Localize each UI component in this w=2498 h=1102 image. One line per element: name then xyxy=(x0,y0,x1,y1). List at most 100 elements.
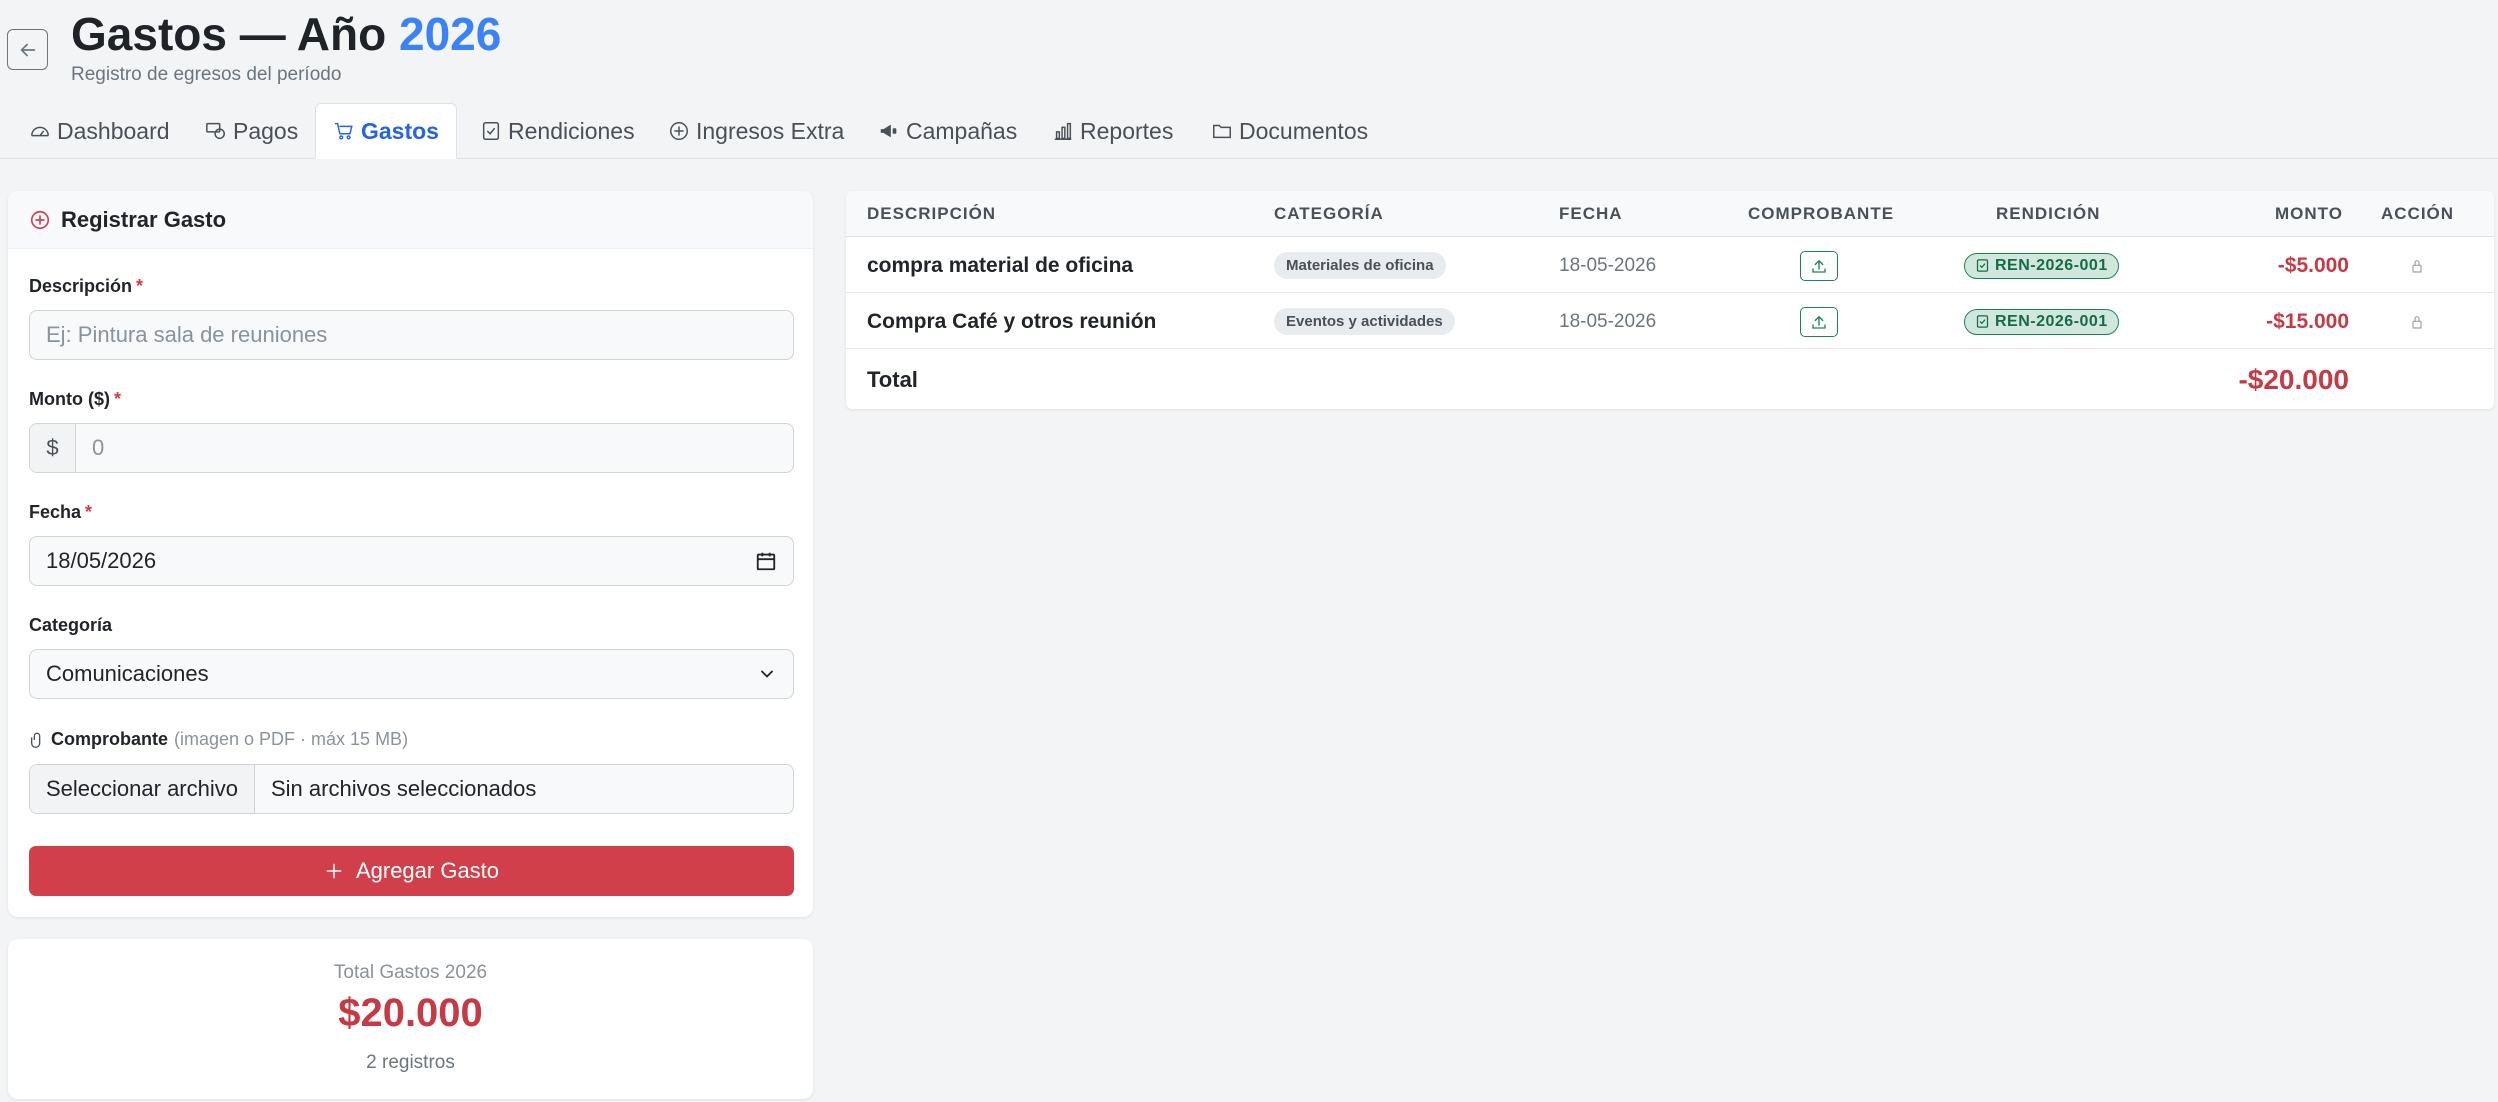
table-total-row: Total -$20.000 xyxy=(846,350,2494,409)
fecha-input[interactable]: 18/05/2026 xyxy=(29,536,794,586)
monto-label-text: Monto ($) xyxy=(29,389,110,409)
add-expense-button[interactable]: Agregar Gasto xyxy=(29,846,794,896)
upload-icon xyxy=(1812,259,1826,273)
clipboard-check-icon xyxy=(482,122,500,140)
comprobante-hint: (imagen o PDF · máx 15 MB) xyxy=(174,729,409,749)
row-rendicion: REN-2026-001 xyxy=(1964,294,2119,349)
speedometer-icon xyxy=(31,126,49,137)
plus-circle-icon xyxy=(670,122,688,140)
upload-receipt-button[interactable] xyxy=(1800,250,1838,281)
row-fecha: 18-05-2026 xyxy=(1559,254,1657,276)
tab-reportes[interactable]: Reportes xyxy=(1052,103,1173,159)
upload-icon xyxy=(1812,315,1826,329)
tab-campanas[interactable]: Campañas xyxy=(878,103,1017,159)
row-monto: -$15.000 xyxy=(2266,309,2349,333)
summary-count: 2 registros xyxy=(366,1052,455,1073)
summary-value: $20.000 xyxy=(338,991,483,1035)
fecha-label-text: Fecha xyxy=(29,502,82,522)
category-badge: Eventos y actividades xyxy=(1274,308,1455,335)
descripcion-label-text: Descripción xyxy=(29,276,133,296)
category-badge: Materiales de oficina xyxy=(1274,252,1446,279)
col-fecha: FECHA xyxy=(1559,204,1623,223)
monto-placeholder: 0 xyxy=(92,435,105,460)
descripcion-input[interactable]: Ej: Pintura sala de reuniones xyxy=(29,310,794,360)
fecha-label: Fecha * xyxy=(29,502,92,523)
register-expense-card: Registrar Gasto Descripción * Ej: Pintura… xyxy=(8,191,813,917)
chevron-down-icon xyxy=(761,670,773,678)
tab-documentos[interactable]: Documentos xyxy=(1211,103,1368,159)
currency-prefix: $ xyxy=(30,424,76,472)
row-descripcion: Compra Café y otros reunión xyxy=(867,309,1157,333)
required-mark: * xyxy=(136,276,144,296)
paperclip-icon xyxy=(31,732,41,748)
required-mark: * xyxy=(85,502,93,522)
categoria-label: Categoría xyxy=(29,615,113,635)
clipboard-check-icon xyxy=(1976,315,1989,328)
file-input[interactable]: Seleccionar archivo Sin archivos selecci… xyxy=(29,764,794,814)
monto-input[interactable]: $ 0 xyxy=(29,423,794,473)
rendicion-code: REN-2026-001 xyxy=(1995,312,2108,330)
descripcion-label: Descripción * xyxy=(29,276,143,297)
categoria-value: Comunicaciones xyxy=(46,661,209,686)
row-accion xyxy=(2409,294,2425,349)
rendicion-badge[interactable]: REN-2026-001 xyxy=(1964,308,2119,335)
table-row: Compra Café y otros reunión Eventos y ac… xyxy=(846,294,2494,349)
tab-rendiciones[interactable]: Rendiciones xyxy=(480,103,635,159)
fecha-value: 18/05/2026 xyxy=(46,548,157,573)
add-expense-label: Agregar Gasto xyxy=(355,858,500,883)
col-comprobante: COMPROBANTE xyxy=(1748,204,1895,223)
total-value: -$20.000 xyxy=(2238,363,2349,395)
required-mark: * xyxy=(113,389,121,409)
tab-dashboard[interactable]: Dashboard xyxy=(29,103,170,159)
tab-pagos[interactable]: Pagos xyxy=(205,103,298,159)
expenses-table: DESCRIPCIÓN CATEGORÍA FECHA COMPROBANTE … xyxy=(846,191,2494,409)
table-row: compra material de oficina Materiales de… xyxy=(846,238,2494,293)
tab-gastos[interactable]: Gastos xyxy=(315,103,457,159)
card-title: Registrar Gasto xyxy=(61,206,227,232)
plus-circle-icon xyxy=(30,210,50,229)
row-fecha: 18-05-2026 xyxy=(1559,310,1657,332)
total-summary-card: Total Gastos 2026 $20.000 2 registros xyxy=(8,939,813,1099)
tab-label: Gastos xyxy=(361,117,439,144)
col-rendicion: RENDICIÓN xyxy=(1996,204,2101,223)
card-header: Registrar Gasto xyxy=(8,191,813,249)
tab-label: Dashboard xyxy=(57,117,170,144)
descripcion-placeholder: Ej: Pintura sala de reuniones xyxy=(46,322,328,347)
monto-label: Monto ($) * xyxy=(29,389,121,410)
comprobante-label: Comprobante (imagen o PDF · máx 15 MB) xyxy=(29,729,408,750)
lock-icon xyxy=(2412,259,2422,273)
page-title-year: 2026 xyxy=(399,8,502,60)
calendar-icon[interactable] xyxy=(755,550,777,572)
row-descripcion: compra material de oficina xyxy=(867,253,1134,277)
tab-ingresos-extra[interactable]: Ingresos Extra xyxy=(668,103,844,159)
arrow-left-icon xyxy=(19,43,35,56)
megaphone-icon xyxy=(880,124,897,138)
tab-label: Pagos xyxy=(233,117,299,144)
tab-label: Reportes xyxy=(1080,117,1174,144)
table-header: DESCRIPCIÓN CATEGORÍA FECHA COMPROBANTE … xyxy=(846,191,2494,237)
page-title: Gastos — Año 2026 xyxy=(71,4,501,64)
row-accion xyxy=(2409,238,2425,293)
col-descripcion: DESCRIPCIÓN xyxy=(867,204,997,223)
select-file-button[interactable]: Seleccionar archivo xyxy=(30,765,255,813)
bar-chart-icon xyxy=(1054,122,1072,140)
row-comprobante xyxy=(1800,238,1838,293)
back-button[interactable] xyxy=(7,29,48,70)
rendicion-badge[interactable]: REN-2026-001 xyxy=(1964,252,2119,279)
tab-label: Ingresos Extra xyxy=(696,117,845,144)
tab-label: Rendiciones xyxy=(508,117,635,144)
col-monto: MONTO xyxy=(2275,204,2343,223)
cash-coin-icon xyxy=(206,122,225,140)
tab-label: Campañas xyxy=(906,117,1018,144)
file-status: Sin archivos seleccionados xyxy=(270,776,537,801)
col-accion: ACCIÓN xyxy=(2381,204,2455,223)
comprobante-label-text: Comprobante xyxy=(51,729,168,749)
rendicion-code: REN-2026-001 xyxy=(1995,256,2108,274)
plus-icon xyxy=(326,863,342,879)
row-categoria: Eventos y actividades xyxy=(1274,294,1455,349)
categoria-select[interactable]: Comunicaciones xyxy=(29,649,794,699)
cart-icon xyxy=(334,122,353,140)
nav-tabs: Dashboard Pagos Gastos Rendiciones Ingre… xyxy=(0,103,2498,159)
upload-receipt-button[interactable] xyxy=(1800,306,1838,337)
tab-label: Documentos xyxy=(1239,117,1369,144)
